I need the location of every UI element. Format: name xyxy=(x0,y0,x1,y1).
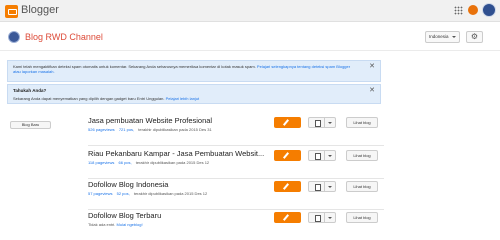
blog-meta: 57 pageviews 52 pos, terakhir dipublikas… xyxy=(88,191,207,196)
close-icon[interactable]: ✕ xyxy=(369,87,375,94)
pageviews-link[interactable]: 526 pageviews xyxy=(88,127,115,132)
row-divider xyxy=(88,178,384,179)
blog-meta: Tidak ada entri. Mulai ngeblog! xyxy=(88,222,146,227)
row-divider xyxy=(88,145,384,146)
publish-status: terakhir dipublikasikan pada 2015 Des 31 xyxy=(138,127,212,132)
pageviews-link[interactable]: 57 pageviews xyxy=(88,191,112,196)
publish-status: terakhir dipublikasikan pada 2015 Des 12 xyxy=(135,160,210,165)
blog-avatar-icon xyxy=(8,31,20,43)
blog-name[interactable]: Jasa pembuatan Website Profesional xyxy=(88,116,212,125)
posts-link[interactable]: 721 pos, xyxy=(119,127,134,132)
new-post-button[interactable] xyxy=(274,212,301,223)
posts-link[interactable]: 66 pos, xyxy=(119,160,132,165)
notice-link[interactable]: Pelajari lebih lanjut xyxy=(166,96,200,101)
gear-icon: ⚙ xyxy=(470,32,479,41)
top-bar: Blogger xyxy=(0,0,500,22)
spam-detection-notice: Kami telah mengaktifkan deteksi spam oto… xyxy=(7,60,381,82)
new-post-button[interactable] xyxy=(274,150,301,161)
posts-list-button[interactable] xyxy=(308,181,325,192)
view-blog-button[interactable]: Lihat blog xyxy=(346,150,378,161)
close-icon[interactable]: ✕ xyxy=(369,63,375,70)
language-value: Indonesia xyxy=(429,34,449,39)
posts-link[interactable]: 52 pos, xyxy=(117,191,130,196)
blog-row: Jasa pembuatan Website Profesional 526 p… xyxy=(88,116,384,146)
chevron-down-icon xyxy=(452,36,456,38)
notice-body: Sekarang Anda dapat menyematkan yang dip… xyxy=(13,96,165,101)
view-blog-button[interactable]: Lihat blog xyxy=(346,181,378,192)
blog-row: Dofollow Blog Indonesia 57 pageviews 52 … xyxy=(88,180,384,210)
notice-title: Tahukah Anda? xyxy=(13,88,47,93)
notice-text: Sekarang Anda dapat menyematkan yang dip… xyxy=(13,96,353,101)
blog-meta: 526 pageviews 721 pos, terakhir dipublik… xyxy=(88,127,212,132)
start-blogging-link[interactable]: Mulai ngeblog! xyxy=(117,222,143,227)
blog-menu-dropdown[interactable] xyxy=(324,117,336,128)
did-you-know-notice: Tahukah Anda? Sekarang Anda dapat menyem… xyxy=(7,84,381,104)
blog-title[interactable]: Blog RWD Channel xyxy=(25,32,103,42)
blog-menu-dropdown[interactable] xyxy=(324,150,336,161)
blog-name[interactable]: Riau Pekanbaru Kampar - Jasa Pembuatan W… xyxy=(88,149,264,158)
notice-text: Kami telah mengaktifkan deteksi spam oto… xyxy=(13,64,353,74)
blogger-logo-icon[interactable] xyxy=(5,5,18,18)
pageviews-link[interactable]: 118 pageviews xyxy=(88,160,114,165)
posts-list-button[interactable] xyxy=(308,117,325,128)
row-divider xyxy=(88,209,384,210)
header-divider xyxy=(0,50,500,51)
apps-grid-icon[interactable] xyxy=(454,6,463,15)
publish-status: terakhir dipublikasikan pada 2015 Des 12 xyxy=(133,191,208,196)
blog-row: Riau Pekanbaru Kampar - Jasa Pembuatan W… xyxy=(88,149,384,179)
posts-status: Tidak ada entri. xyxy=(88,222,116,227)
blog-menu-dropdown[interactable] xyxy=(324,212,336,223)
blog-name[interactable]: Dofollow Blog Indonesia xyxy=(88,180,168,189)
notification-icon[interactable] xyxy=(468,5,478,15)
blog-meta: 118 pageviews 66 pos, terakhir dipublika… xyxy=(88,160,209,165)
blog-row: Dofollow Blog Terbaru Tidak ada entri. M… xyxy=(88,211,384,235)
view-blog-button[interactable]: Lihat blog xyxy=(346,212,378,223)
posts-list-button[interactable] xyxy=(308,150,325,161)
settings-button[interactable]: ⚙ xyxy=(466,31,483,43)
view-blog-button[interactable]: Lihat blog xyxy=(346,117,378,128)
language-select[interactable]: Indonesia xyxy=(425,31,460,43)
brand-name[interactable]: Blogger xyxy=(21,4,59,16)
account-avatar[interactable] xyxy=(482,3,496,17)
blog-menu-dropdown[interactable] xyxy=(324,181,336,192)
posts-list-button[interactable] xyxy=(308,212,325,223)
blog-name[interactable]: Dofollow Blog Terbaru xyxy=(88,211,161,220)
new-post-button[interactable] xyxy=(274,117,301,128)
new-blog-button[interactable]: Blog Baru xyxy=(10,121,51,129)
new-post-button[interactable] xyxy=(274,181,301,192)
